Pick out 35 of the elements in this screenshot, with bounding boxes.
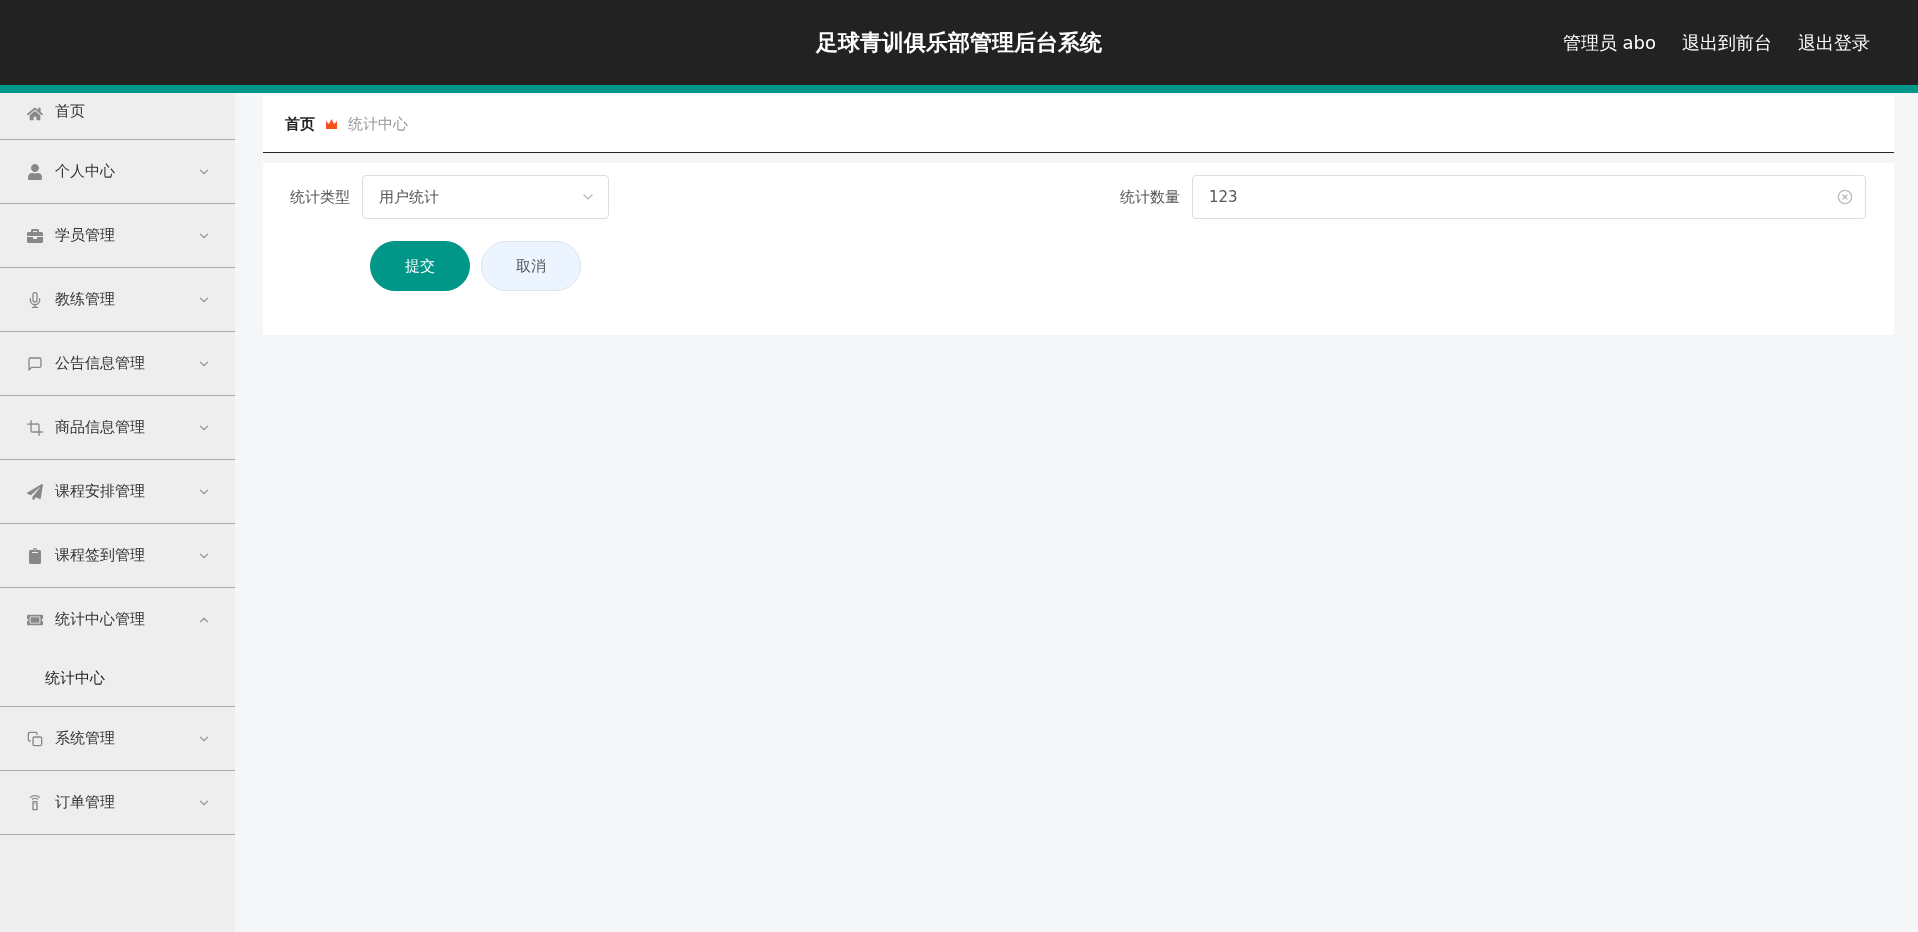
input-field[interactable]: 123 <box>1192 175 1866 219</box>
sidebar-item[interactable]: 订单管理 <box>0 771 235 834</box>
system-title: 足球青训俱乐部管理后台系统 <box>816 28 1102 57</box>
sidebar-item[interactable]: 课程签到管理 <box>0 524 235 587</box>
sidebar-item[interactable]: 首页 <box>0 93 235 139</box>
menu-icon <box>27 419 43 436</box>
menu-icon <box>27 227 43 244</box>
breadcrumb-link[interactable]: 首页 <box>285 114 315 134</box>
sidebar-item[interactable]: 商品信息管理 <box>0 396 235 459</box>
submenu-item[interactable]: 统计中心 <box>0 651 235 706</box>
menu-icon <box>27 355 43 372</box>
sidebar-item[interactable]: 个人中心 <box>0 140 235 203</box>
sidebar-item[interactable]: 统计中心管理 <box>0 588 235 651</box>
menu-icon <box>27 163 43 180</box>
header-link[interactable]: 退出登录 <box>1798 30 1870 55</box>
field-label: 统计数量 <box>1120 187 1180 207</box>
sidebar-item[interactable]: 教练管理 <box>0 268 235 331</box>
sidebar-item[interactable]: 公告信息管理 <box>0 332 235 395</box>
menu-icon <box>27 291 43 308</box>
menu-icon <box>27 106 43 122</box>
crown-icon <box>325 118 338 130</box>
menu-icon <box>27 547 43 564</box>
sidebar-item[interactable]: 系统管理 <box>0 707 235 770</box>
sidebar-item[interactable]: 课程安排管理 <box>0 460 235 523</box>
menu-icon <box>27 483 43 500</box>
cancel-button[interactable]: 取消 <box>481 241 581 291</box>
header-link[interactable]: 退出到前台 <box>1682 30 1772 55</box>
submit-button[interactable]: 提交 <box>370 241 470 291</box>
menu-icon <box>27 794 43 811</box>
clear-icon[interactable] <box>1837 189 1853 205</box>
menu-icon <box>27 730 43 747</box>
sidebar-item[interactable]: 学员管理 <box>0 204 235 267</box>
field-label: 统计类型 <box>290 187 350 207</box>
user-name: 管理员 abo <box>1562 30 1656 55</box>
type-select[interactable]: 用户统计 <box>362 175 609 219</box>
